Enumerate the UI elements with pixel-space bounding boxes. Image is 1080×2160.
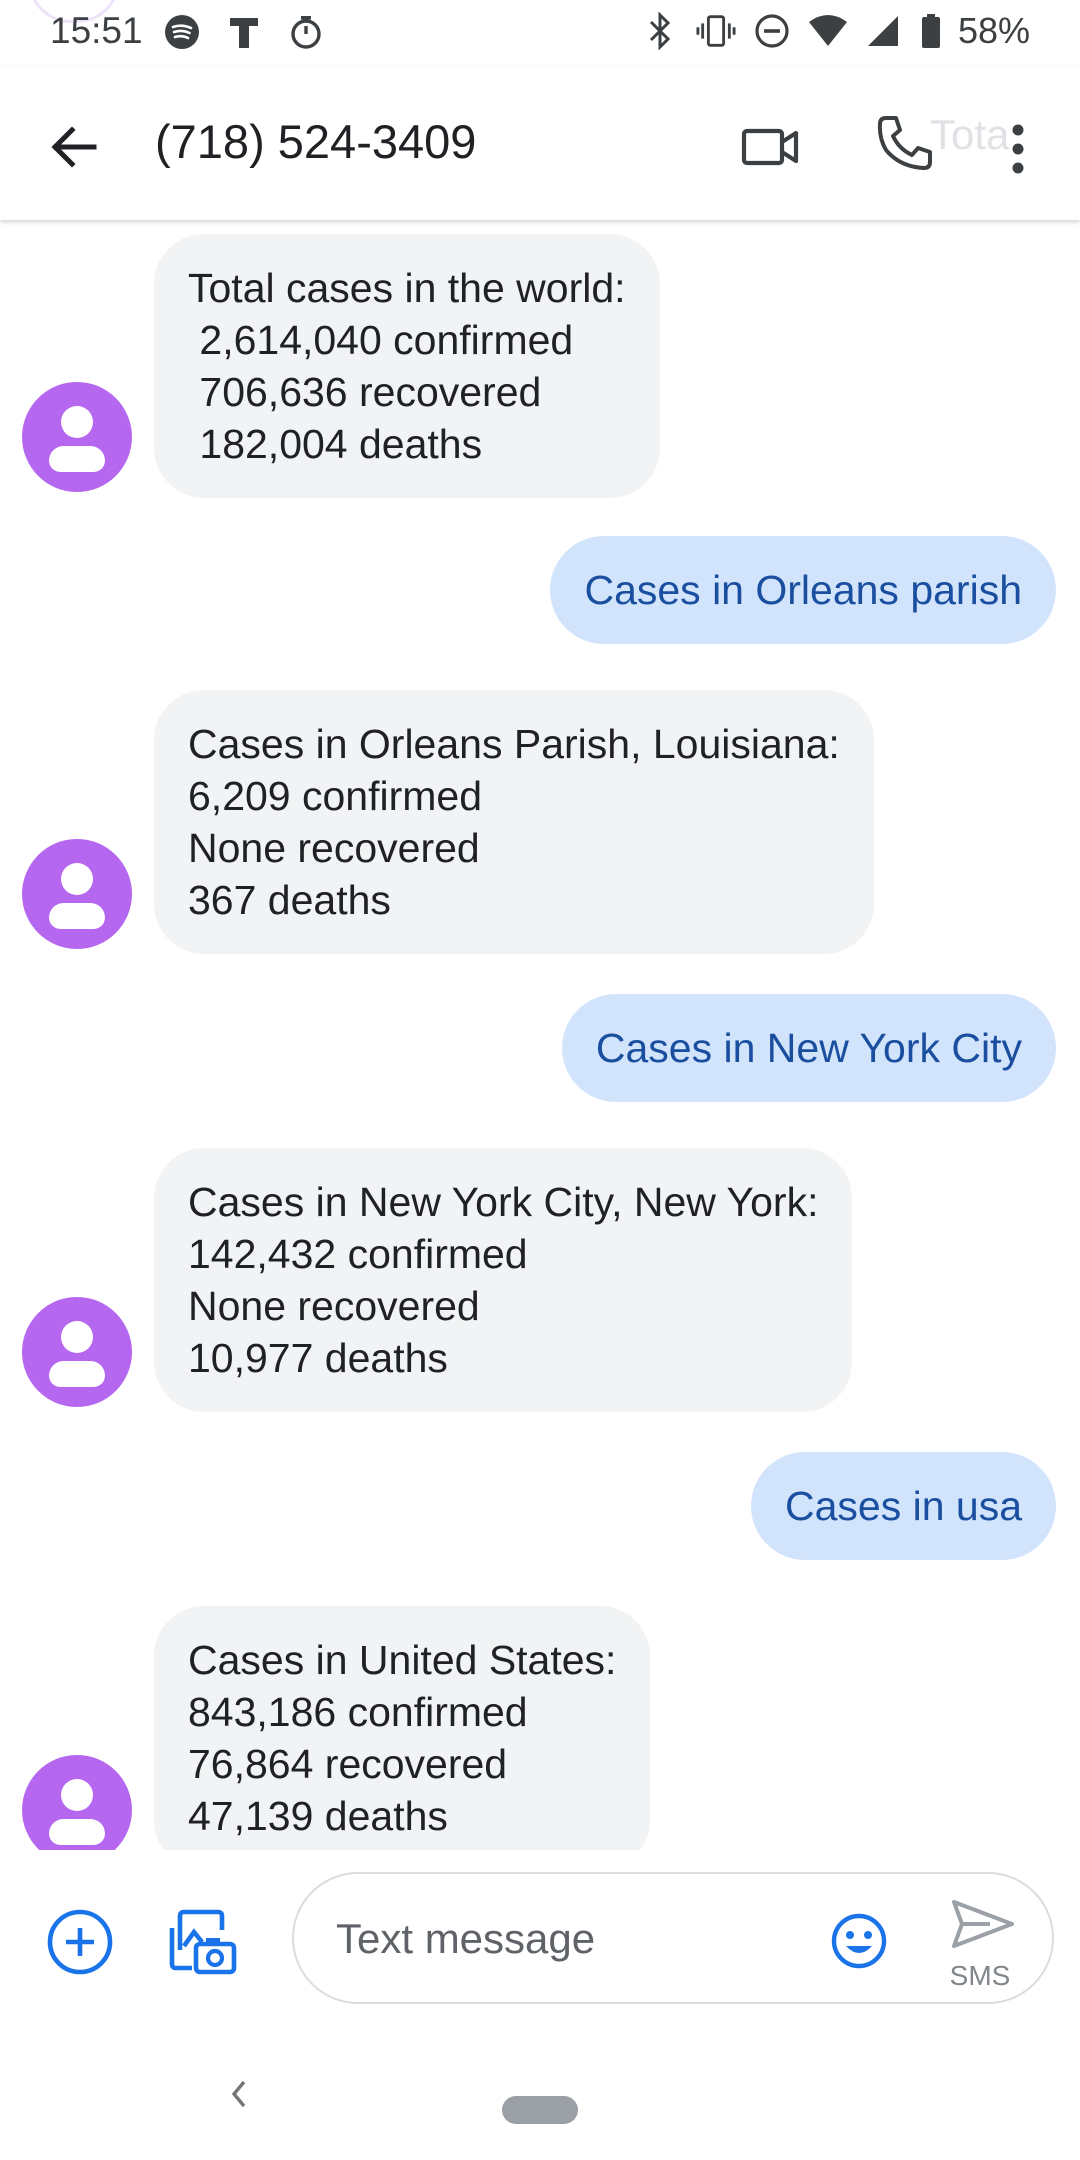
chevron-left-icon — [231, 2080, 246, 2108]
compose-bar: SMS — [0, 1850, 1080, 2020]
call-ghost-text: Tota — [930, 111, 1010, 158]
add-circle-icon — [47, 1909, 113, 1975]
more-options-button[interactable] — [1000, 116, 1036, 182]
home-pill[interactable] — [502, 2096, 578, 2124]
battery-percent: 58% — [957, 10, 1030, 51]
avatar[interactable] — [22, 1297, 132, 1407]
person-icon — [61, 1779, 93, 1811]
outgoing-message[interactable]: Cases in usa — [750, 1452, 1056, 1560]
phone-icon — [877, 116, 932, 170]
video-call-button[interactable] — [738, 114, 804, 180]
emoji-button[interactable] — [830, 1912, 888, 1970]
t-icon — [224, 12, 264, 52]
signal-icon — [864, 11, 904, 51]
back-arrow-icon — [51, 126, 97, 168]
outgoing-message[interactable]: Cases in Orleans parish — [550, 536, 1056, 644]
dnd-icon — [752, 11, 792, 51]
incoming-message[interactable]: Cases in United States: 843,186 confirme… — [154, 1606, 651, 1850]
wifi-icon — [808, 11, 848, 51]
system-icons: 58% — [640, 10, 1030, 52]
send-icon — [952, 1900, 1014, 1948]
text-message-input[interactable] — [334, 1910, 778, 1968]
video-call-icon — [741, 128, 799, 166]
person-icon — [61, 1321, 93, 1353]
timer-icon — [286, 12, 326, 52]
more-vert-icon — [1012, 124, 1024, 174]
avatar[interactable] — [22, 382, 132, 492]
incoming-message[interactable]: Total cases in the world: 2,614,040 conf… — [154, 234, 660, 498]
phone-call-button[interactable] — [872, 110, 938, 176]
incoming-message[interactable]: Cases in Orleans Parish, Louisiana: 6,20… — [154, 690, 874, 954]
avatar[interactable] — [22, 1755, 132, 1850]
avatar[interactable] — [22, 839, 132, 949]
back-button[interactable] — [40, 112, 110, 182]
contact-title[interactable]: (718) 524-3409 — [155, 114, 476, 169]
notification-icons — [162, 12, 326, 52]
gallery-camera-icon — [169, 1909, 237, 1975]
bluetooth-icon — [640, 11, 680, 51]
spotify-icon — [162, 12, 202, 52]
message-input-container: SMS — [292, 1872, 1054, 2004]
incoming-message[interactable]: Cases in New York City, New York: 142,43… — [154, 1148, 853, 1412]
system-navigation-bar — [0, 2030, 1080, 2160]
battery-icon — [920, 11, 942, 51]
person-icon — [61, 406, 93, 438]
conversation-list[interactable]: Total cases in the world: 2,614,040 conf… — [0, 222, 1080, 1850]
person-icon — [61, 863, 93, 895]
add-attachment-button[interactable] — [44, 1906, 116, 1978]
status-time: 15:51 — [50, 10, 143, 51]
send-sms-button[interactable]: SMS — [930, 1894, 1030, 1994]
sms-label: SMS — [949, 1960, 1011, 1991]
gallery-button[interactable] — [166, 1906, 238, 1978]
outgoing-message[interactable]: Cases in New York City — [561, 994, 1056, 1102]
nav-back-button[interactable] — [224, 2074, 254, 2114]
emoji-icon — [831, 1913, 887, 1969]
status-bar: 15:51 58% — [0, 0, 1080, 66]
vibrate-icon — [696, 11, 736, 51]
app-bar: (718) 524-3409 Tota — [0, 66, 1080, 220]
